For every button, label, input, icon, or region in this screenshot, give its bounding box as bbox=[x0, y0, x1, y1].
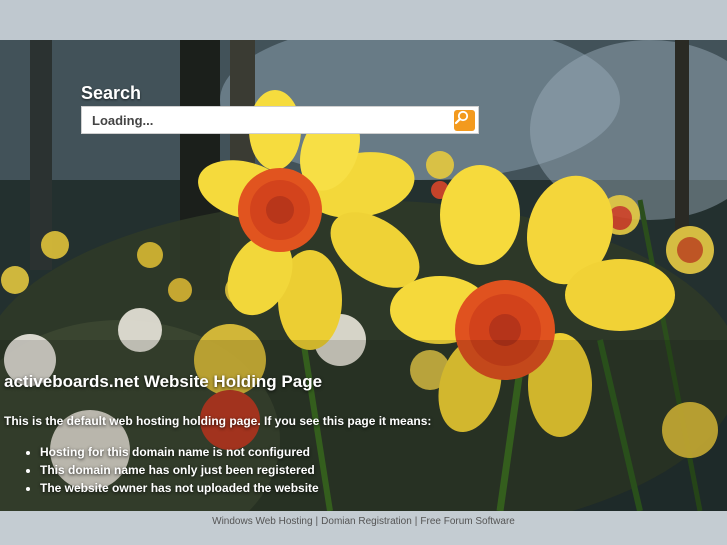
search-button[interactable] bbox=[454, 110, 475, 131]
magnifier-icon bbox=[454, 110, 469, 125]
footer-link-windows-hosting[interactable]: Windows Web Hosting bbox=[212, 516, 312, 527]
search-input[interactable] bbox=[82, 107, 452, 133]
search-box bbox=[81, 106, 479, 134]
list-item: The website owner has not uploaded the w… bbox=[40, 479, 319, 497]
footer-link-domain-registration[interactable]: Domian Registration bbox=[321, 516, 412, 527]
footer-separator: | bbox=[315, 516, 319, 527]
reasons-list: Hosting for this domain name is not conf… bbox=[22, 443, 319, 497]
intro-text: This is the default web hosting holding … bbox=[4, 414, 432, 428]
footer-link-free-forum[interactable]: Free Forum Software bbox=[420, 516, 514, 527]
list-item: Hosting for this domain name is not conf… bbox=[40, 443, 319, 461]
page-heading: activeboards.net Website Holding Page bbox=[4, 372, 323, 391]
footer: Windows Web Hosting | Domian Registration |… bbox=[0, 511, 727, 545]
hero-background-photo: Search activeboards.net Website Holding … bbox=[0, 40, 727, 511]
top-band bbox=[0, 0, 727, 40]
search-title: Search bbox=[81, 83, 142, 103]
list-item: This domain name has only just been regi… bbox=[40, 461, 319, 479]
